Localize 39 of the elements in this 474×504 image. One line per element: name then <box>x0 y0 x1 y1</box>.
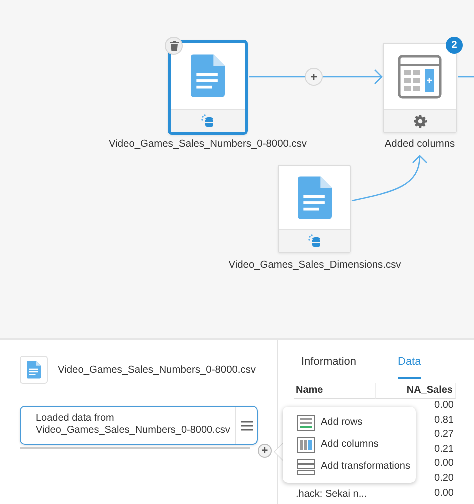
table-cell: 0.00 <box>434 458 454 470</box>
source-title: Video_Games_Sales_Numbers_0-8000.csv <box>58 364 256 376</box>
document-icon <box>191 54 225 98</box>
add-step-button[interactable]: + <box>305 68 323 86</box>
transformations-icon <box>297 458 315 474</box>
menu-icon <box>240 420 252 430</box>
transform-node[interactable] <box>383 43 457 133</box>
step-card[interactable]: Loaded data from Video_Games_Sales_Numbers_0-8000.csv <box>20 406 258 445</box>
database-icon <box>201 114 215 128</box>
step-text: Loaded data from Video_Games_Sales_Numbers_0-8000.csv <box>35 412 232 438</box>
table-cell: 0.27 <box>434 429 454 440</box>
document-icon <box>27 361 41 379</box>
add-columns-icon <box>297 436 315 452</box>
tab[interactable]: Information <box>294 352 364 378</box>
add-rows-icon <box>297 414 315 430</box>
menu-item[interactable]: Add rows <box>297 413 416 432</box>
node-label: Added columns <box>384 139 456 150</box>
database-icon <box>308 234 322 248</box>
tab[interactable]: Data <box>398 352 422 378</box>
add-step-button[interactable]: + <box>258 444 272 458</box>
table-cell: 0.81 <box>434 414 454 426</box>
table-cell: 0.20 <box>434 472 454 484</box>
menu-item[interactable]: Add transformations <box>297 457 416 476</box>
table-add-column-icon <box>398 54 442 98</box>
node-label: Video_Games_Sales_Dimensions.csv <box>228 260 402 271</box>
file-node[interactable] <box>168 40 248 135</box>
column-header: NA_Sales <box>376 383 456 399</box>
count-badge: 2 <box>446 37 463 54</box>
settings-icon[interactable] <box>414 114 426 128</box>
document-icon <box>298 176 332 220</box>
table-cell: 0.00 <box>434 488 454 499</box>
table-cell: 0.21 <box>434 444 454 455</box>
connector-line <box>458 76 474 78</box>
table-cell: 0.00 <box>434 400 454 411</box>
table-cell: .hack: Sekai n... <box>296 488 368 500</box>
delete-icon[interactable] <box>165 37 183 55</box>
node-label: Video_Games_Sales_Numbers_0-8000.csv <box>109 139 307 150</box>
column-header: Name <box>294 383 376 399</box>
menu-item[interactable]: Add columns <box>297 435 416 454</box>
